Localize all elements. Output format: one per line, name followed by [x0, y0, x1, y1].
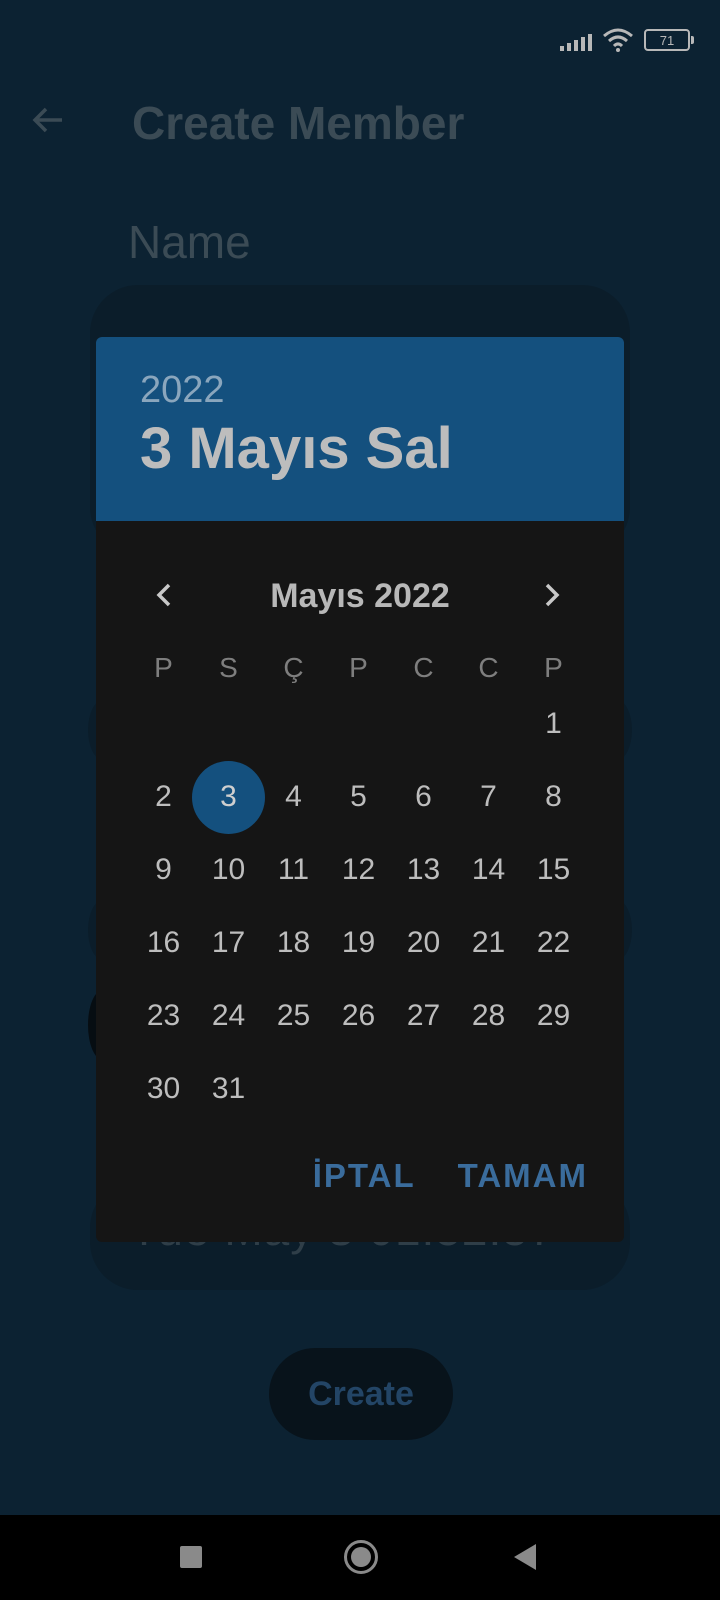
header-year[interactable]: 2022 [140, 369, 225, 412]
weekday-label: P [154, 652, 173, 683]
calendar-day[interactable]: 17 [196, 911, 261, 975]
calendar-week: 23 24 25 26 27 28 29 [131, 984, 586, 1048]
calendar-day[interactable]: 28 [456, 984, 521, 1048]
calendar-week: 2 3 4 5 6 7 8 [131, 761, 586, 834]
calendar-day-empty [196, 692, 261, 756]
battery-icon: 71 [644, 29, 694, 51]
calendar-day[interactable]: 22 [521, 911, 586, 975]
cancel-button[interactable]: İPTAL [313, 1157, 416, 1195]
calendar-day[interactable]: 4 [261, 765, 326, 829]
date-picker-dialog: 2022 3 Mayıs Sal Mayıs 2022 P S Ç P C C … [96, 337, 624, 1242]
month-navigation: Mayıs 2022 [96, 565, 624, 625]
calendar-day[interactable]: 19 [326, 911, 391, 975]
weekday-label: P [349, 652, 368, 683]
calendar-week: 30 31 [131, 1057, 586, 1121]
calendar-day[interactable]: 8 [521, 765, 586, 829]
calendar-day[interactable]: 14 [456, 838, 521, 902]
calendar-day-empty [261, 1057, 326, 1121]
recents-icon[interactable] [180, 1546, 202, 1568]
calendar-day[interactable]: 31 [196, 1057, 261, 1121]
calendar-day[interactable]: 27 [391, 984, 456, 1048]
calendar-day[interactable]: 16 [131, 911, 196, 975]
calendar-day[interactable]: 18 [261, 911, 326, 975]
weekday-label: C [478, 652, 499, 683]
calendar-day[interactable]: 10 [196, 838, 261, 902]
calendar-day[interactable]: 20 [391, 911, 456, 975]
home-icon[interactable] [344, 1540, 378, 1574]
calendar-day[interactable]: 12 [326, 838, 391, 902]
next-month-icon[interactable] [532, 575, 572, 615]
calendar-day-empty [326, 1057, 391, 1121]
calendar-day[interactable]: 9 [131, 838, 196, 902]
calendar-day[interactable]: 5 [326, 765, 391, 829]
weekday-label: C [413, 652, 434, 683]
header-date: 3 Mayıs Sal [140, 416, 453, 481]
calendar-day[interactable]: 21 [456, 911, 521, 975]
calendar-day-empty [261, 692, 326, 756]
calendar-day[interactable]: 29 [521, 984, 586, 1048]
calendar-day[interactable]: 2 [131, 765, 196, 829]
name-label: Name [128, 216, 251, 268]
weekday-header: P S Ç P C C P [131, 652, 586, 684]
calendar-day[interactable]: 13 [391, 838, 456, 902]
calendar-day[interactable]: 25 [261, 984, 326, 1048]
create-button[interactable]: Create [269, 1348, 453, 1440]
calendar-week: 16 17 18 19 20 21 22 [131, 911, 586, 975]
calendar-day[interactable]: 26 [326, 984, 391, 1048]
calendar-day[interactable]: 30 [131, 1057, 196, 1121]
calendar-day[interactable]: 11 [261, 838, 326, 902]
back-arrow-icon[interactable] [28, 100, 68, 140]
calendar-day-empty [456, 692, 521, 756]
calendar-day-empty [131, 692, 196, 756]
calendar-day-empty [326, 692, 391, 756]
calendar-day[interactable]: 23 [131, 984, 196, 1048]
status-bar: 71 [560, 28, 694, 52]
signal-icon [560, 29, 592, 51]
calendar-day-empty [521, 1057, 586, 1121]
calendar-day-empty [391, 1057, 456, 1121]
page-title: Create Member [132, 97, 465, 149]
calendar-day[interactable]: 6 [391, 765, 456, 829]
calendar-day-selected[interactable]: 3 [192, 761, 265, 834]
calendar-day[interactable]: 1 [521, 692, 586, 756]
dialog-actions: İPTAL TAMAM [313, 1157, 588, 1195]
weekday-label: P [544, 652, 563, 683]
back-icon[interactable] [514, 1544, 536, 1570]
weekday-label: S [219, 652, 238, 683]
ok-button[interactable]: TAMAM [458, 1157, 588, 1195]
battery-level: 71 [659, 32, 675, 48]
calendar-day[interactable]: 7 [456, 765, 521, 829]
calendar-week: 9 10 11 12 13 14 15 [131, 838, 586, 902]
calendar-day[interactable]: 24 [196, 984, 261, 1048]
calendar-day[interactable]: 15 [521, 838, 586, 902]
wifi-icon [602, 28, 634, 52]
weekday-label: Ç [283, 652, 304, 683]
selected-day-label: 3 [220, 780, 237, 813]
calendar-day-empty [456, 1057, 521, 1121]
calendar-week: 1 [131, 692, 586, 756]
calendar-day-empty [391, 692, 456, 756]
